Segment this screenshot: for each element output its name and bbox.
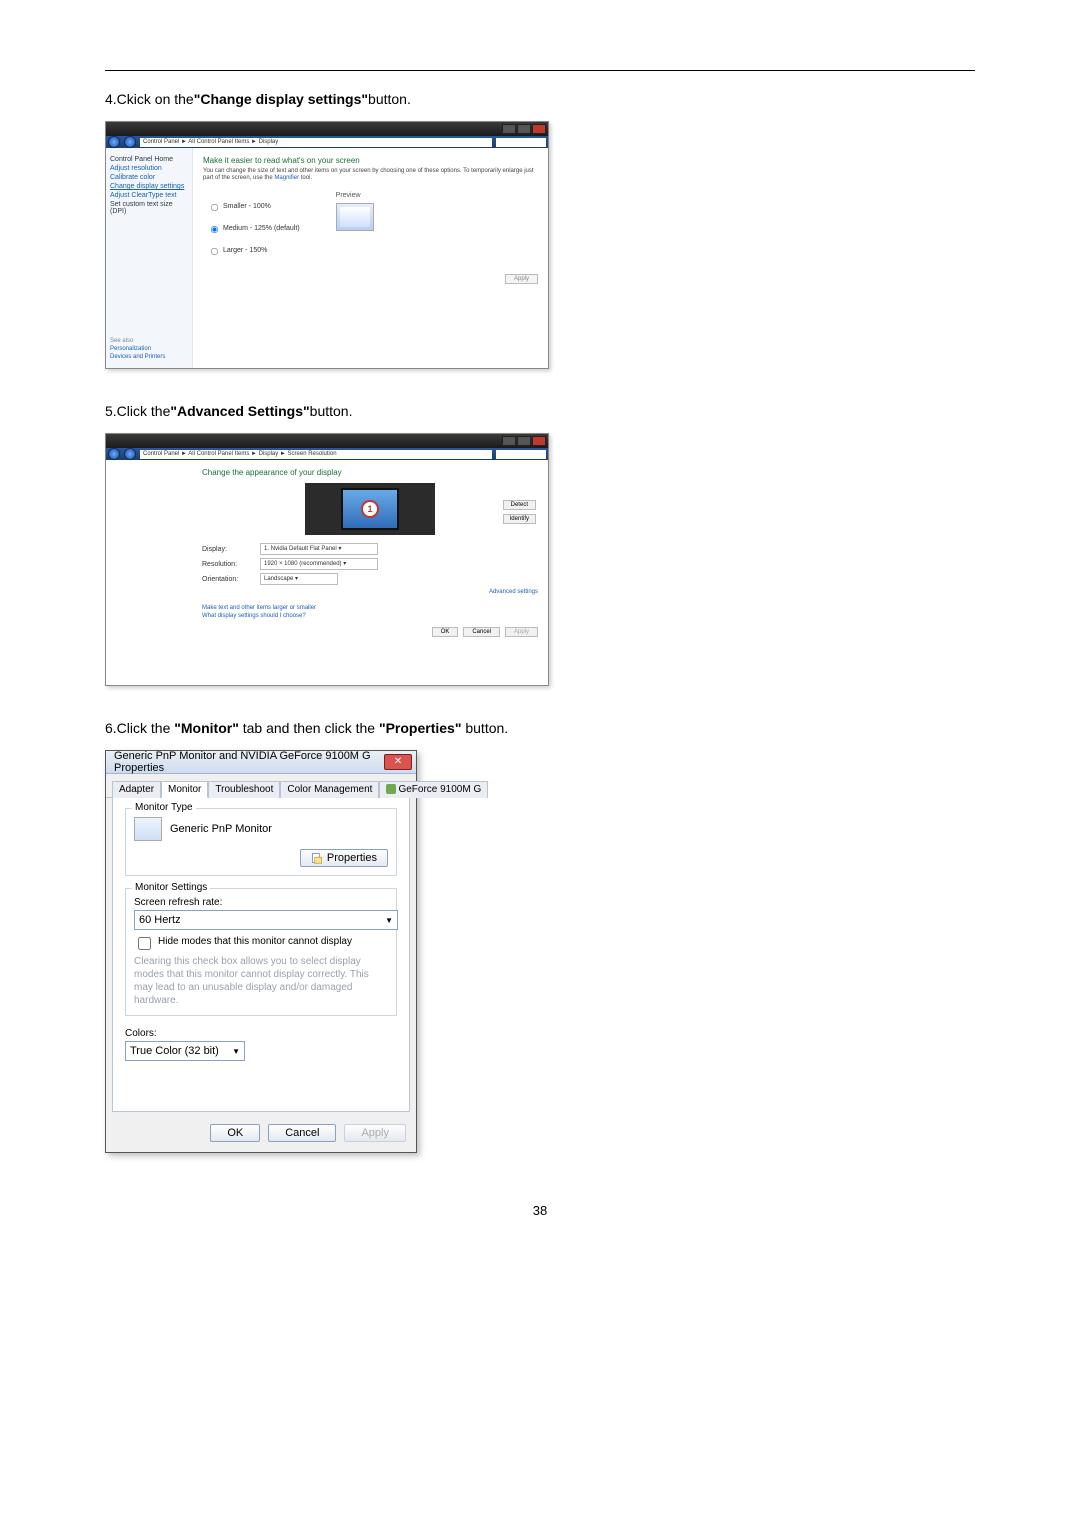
step5-suffix: button.	[310, 403, 353, 419]
refresh-rate-select[interactable]: 60 Hertz ▼	[134, 910, 398, 930]
maximize-icon[interactable]	[517, 124, 531, 134]
display-heading: Make it easier to read what's on your sc…	[203, 156, 538, 165]
chevron-down-icon: ▼	[232, 1047, 240, 1056]
nvidia-icon	[386, 784, 396, 794]
dialog-titlebar: Generic PnP Monitor and NVIDIA GeForce 9…	[106, 751, 416, 774]
tab-geforce[interactable]: GeForce 9100M G	[379, 781, 488, 798]
sidebar-item-calibrate-color[interactable]: Calibrate color	[110, 174, 188, 181]
step4-suffix: button.	[368, 91, 411, 107]
close-icon[interactable]	[532, 124, 546, 134]
step4-prefix: 4.Ckick on the	[105, 91, 194, 107]
window-titlebar	[106, 434, 548, 448]
display-select[interactable]: 1. Nvidia Default Flat Panel ▾	[260, 543, 378, 555]
hide-modes-hint: Clearing this check box allows you to se…	[134, 955, 388, 1007]
back-icon[interactable]	[108, 448, 120, 460]
tab-troubleshoot[interactable]: Troubleshoot	[208, 781, 280, 798]
minimize-icon[interactable]	[502, 436, 516, 446]
address-bar: Control Panel ► All Control Panel Items …	[106, 448, 548, 460]
colors-select[interactable]: True Color (32 bit) ▼	[125, 1041, 245, 1061]
sidebar-item-change-display-settings[interactable]: Change display settings	[110, 183, 188, 190]
step4-bold: "Change display settings"	[194, 91, 368, 107]
resolution-label: Resolution:	[202, 561, 248, 568]
preview-thumbnail	[336, 203, 374, 231]
forward-icon[interactable]	[124, 136, 136, 148]
step-6-text: 6.Click the "Monitor" tab and then click…	[105, 720, 975, 736]
tab-adapter[interactable]: Adapter	[112, 781, 161, 798]
size-option-smaller[interactable]: Smaller - 100%	[203, 198, 300, 214]
search-input[interactable]	[496, 450, 546, 459]
sidebar-item-adjust-cleartype[interactable]: Adjust ClearType text	[110, 192, 188, 199]
refresh-rate-label: Screen refresh rate:	[134, 897, 388, 908]
size-option-larger[interactable]: Larger - 150%	[203, 242, 300, 258]
monitor-number-icon: 1	[361, 500, 379, 518]
see-also-personalization[interactable]: Personalization	[110, 346, 188, 352]
maximize-icon[interactable]	[517, 436, 531, 446]
close-icon[interactable]	[532, 436, 546, 446]
cancel-button[interactable]: Cancel	[463, 627, 500, 637]
page-number: 38	[105, 1203, 975, 1218]
identify-button[interactable]: Identify	[503, 514, 536, 524]
apply-button[interactable]: Apply	[505, 627, 538, 637]
link-text-size[interactable]: Make text and other items larger or smal…	[202, 605, 538, 611]
step5-bold: "Advanced Settings"	[170, 403, 309, 419]
see-also-devices[interactable]: Devices and Printers	[110, 354, 188, 360]
resolution-heading: Change the appearance of your display	[202, 468, 538, 477]
search-input[interactable]	[496, 138, 546, 147]
properties-button[interactable]: Properties	[300, 849, 388, 867]
screenshot-monitor-properties: Generic PnP Monitor and NVIDIA GeForce 9…	[105, 750, 417, 1153]
detect-button[interactable]: Detect	[503, 500, 536, 510]
minimize-icon[interactable]	[502, 124, 516, 134]
chevron-down-icon: ▼	[385, 916, 393, 925]
screenshot-display-settings: Control Panel ► All Control Panel Items …	[105, 121, 549, 369]
preview-label: Preview	[336, 192, 374, 199]
tab-monitor[interactable]: Monitor	[161, 781, 208, 798]
breadcrumb[interactable]: Control Panel ► All Control Panel Items …	[140, 138, 492, 147]
step6-bold-monitor: "Monitor"	[174, 720, 239, 736]
see-also-header: See also	[110, 338, 188, 344]
sidebar-item-custom-text-size[interactable]: Set custom text size (DPI)	[110, 201, 188, 215]
monitor-type-group: Monitor Type Generic PnP Monitor Propert…	[125, 808, 397, 876]
orientation-select[interactable]: Landscape ▾	[260, 573, 338, 585]
hide-modes-label: Hide modes that this monitor cannot disp…	[158, 936, 352, 947]
cancel-button[interactable]: Cancel	[268, 1124, 336, 1142]
ok-button[interactable]: OK	[432, 627, 459, 637]
hide-modes-checkbox[interactable]	[138, 937, 151, 950]
window-titlebar	[106, 122, 548, 136]
step-4-text: 4.Ckick on the"Change display settings"b…	[105, 91, 975, 107]
screenshot-screen-resolution: Control Panel ► All Control Panel Items …	[105, 433, 549, 686]
ok-button[interactable]: OK	[210, 1124, 260, 1142]
step5-prefix: 5.Click the	[105, 403, 170, 419]
magnifier-link[interactable]: Magnifier	[274, 175, 299, 181]
step-5-text: 5.Click the"Advanced Settings"button.	[105, 403, 975, 419]
address-bar: Control Panel ► All Control Panel Items …	[106, 136, 548, 148]
close-icon[interactable]: ✕	[384, 754, 412, 770]
forward-icon[interactable]	[124, 448, 136, 460]
dialog-title: Generic PnP Monitor and NVIDIA GeForce 9…	[114, 750, 384, 774]
size-option-medium[interactable]: Medium - 125% (default)	[203, 220, 300, 236]
monitor-settings-group: Monitor Settings Screen refresh rate: 60…	[125, 888, 397, 1016]
breadcrumb[interactable]: Control Panel ► All Control Panel Items …	[140, 450, 492, 459]
back-icon[interactable]	[108, 136, 120, 148]
sidebar-home[interactable]: Control Panel Home	[110, 156, 188, 163]
apply-button[interactable]: Apply	[505, 274, 538, 284]
monitor-preview[interactable]: 1	[305, 483, 435, 535]
tab-color-management[interactable]: Color Management	[280, 781, 379, 798]
display-label: Display:	[202, 546, 248, 553]
dialog-tabs: Adapter Monitor Troubleshoot Color Manag…	[106, 774, 416, 798]
properties-icon	[311, 852, 323, 864]
colors-label: Colors:	[125, 1028, 397, 1039]
sidebar-item-adjust-resolution[interactable]: Adjust resolution	[110, 165, 188, 172]
monitor-icon	[134, 817, 162, 841]
resolution-select[interactable]: 1920 × 1080 (recommended) ▾	[260, 558, 378, 570]
advanced-settings-link[interactable]: Advanced settings	[202, 589, 538, 595]
link-which-settings[interactable]: What display settings should I choose?	[202, 613, 538, 619]
orientation-label: Orientation:	[202, 576, 248, 583]
monitor-name: Generic PnP Monitor	[170, 823, 272, 835]
step6-bold-properties: "Properties"	[379, 720, 462, 736]
display-description: You can change the size of text and othe…	[203, 168, 538, 182]
apply-button: Apply	[344, 1124, 406, 1142]
